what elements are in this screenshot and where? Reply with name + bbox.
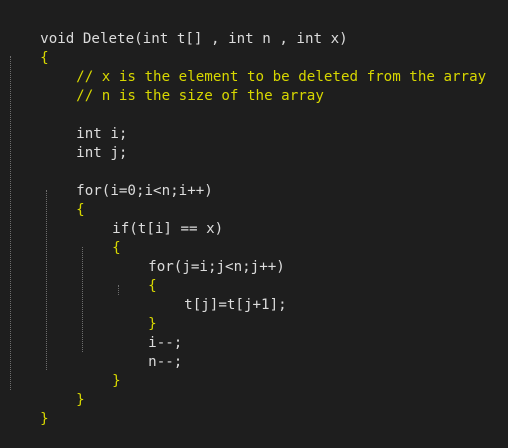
code-text: } — [112, 373, 121, 389]
code-line[interactable]: // x is the element to be deleted from t… — [42, 49, 486, 85]
code-line[interactable]: for(i=0;i<n;i++) — [42, 163, 213, 199]
code-line[interactable]: } — [42, 372, 85, 408]
code-text: if(t[i] == x) — [112, 221, 224, 237]
indent-guide — [10, 56, 11, 390]
code-text: for(j=i;j<n;j++) — [148, 259, 285, 275]
code-comment: // n is the size of the array — [76, 88, 324, 104]
code-line[interactable]: { — [6, 30, 49, 66]
code-text: } — [40, 411, 49, 427]
code-text: t[j]=t[j+1]; — [184, 297, 287, 313]
code-editor[interactable]: void Delete(int t[] , int n , int x) { /… — [0, 0, 508, 427]
code-line[interactable] — [42, 87, 76, 106]
code-text: int j; — [76, 145, 128, 161]
code-line[interactable]: i--; — [114, 315, 182, 351]
code-line[interactable]: } — [78, 353, 121, 389]
code-text: } — [76, 392, 85, 408]
code-line[interactable]: t[j]=t[j+1]; — [150, 277, 287, 313]
code-line[interactable]: { — [42, 182, 85, 218]
code-line[interactable]: for(j=i;j<n;j++) — [114, 239, 285, 275]
code-text: for(i=0;i<n;i++) — [76, 183, 213, 199]
code-line[interactable]: int i; — [42, 106, 127, 142]
code-line[interactable]: void Delete(int t[] , int n , int x) — [6, 11, 348, 47]
code-line[interactable]: // n is the size of the array — [42, 68, 324, 104]
code-line[interactable]: } — [114, 296, 157, 332]
code-line[interactable]: int j; — [42, 125, 127, 161]
code-line[interactable]: } — [6, 391, 49, 427]
code-line[interactable]: { — [78, 220, 121, 256]
code-line[interactable]: { — [114, 258, 157, 294]
code-line[interactable]: if(t[i] == x) — [78, 201, 223, 237]
code-line[interactable]: n--; — [114, 334, 182, 370]
code-text: void Delete(int t[] , int n , int x) — [40, 31, 348, 47]
code-line[interactable] — [42, 144, 76, 163]
code-text: n--; — [148, 354, 183, 370]
